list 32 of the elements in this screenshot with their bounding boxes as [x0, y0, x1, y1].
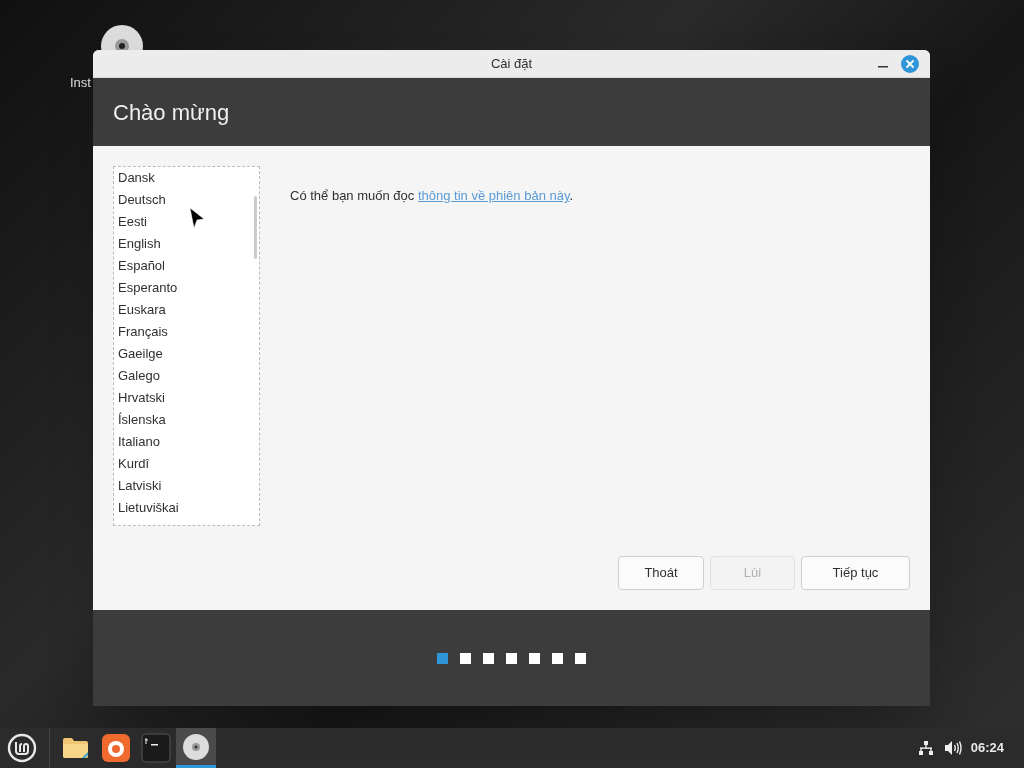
menu-icon[interactable] — [6, 732, 38, 764]
language-item[interactable]: Lietuviškai — [114, 497, 259, 519]
page-heading: Chào mừng — [113, 98, 230, 127]
clock[interactable]: 06:24 — [970, 738, 1004, 758]
language-item[interactable]: Galego — [114, 365, 259, 387]
window-title: Cài đặt — [490, 54, 533, 73]
language-item[interactable]: Euskara — [114, 299, 259, 321]
scrollbar-thumb[interactable] — [254, 196, 257, 259]
dialog-button[interactable]: Tiếp tục — [801, 556, 910, 590]
close-icon[interactable] — [900, 54, 920, 74]
info-sentence: Có thể bạn muốn đọc thông tin về phiên bản này. — [290, 187, 574, 204]
language-item[interactable]: Italiano — [114, 431, 259, 453]
language-item[interactable]: Gaeilge — [114, 343, 259, 365]
language-item[interactable]: Dansk — [114, 167, 259, 189]
dialog-button[interactable]: Thoát — [618, 556, 704, 590]
language-item[interactable]: Esperanto — [114, 277, 259, 299]
language-item[interactable]: Español — [114, 255, 259, 277]
language-item[interactable]: Latviski — [114, 475, 259, 497]
browser-icon — [100, 732, 132, 764]
language-item[interactable]: Hrvatski — [114, 387, 259, 409]
network-icon[interactable] — [917, 740, 934, 756]
language-item[interactable]: Kurdî — [114, 453, 259, 475]
taskbar-app[interactable] — [176, 728, 216, 768]
language-item[interactable]: Íslenska — [114, 409, 259, 431]
desktop-icon-label[interactable]: Inst — [70, 73, 91, 93]
language-item[interactable]: English — [114, 233, 259, 255]
language-item[interactable]: Deutsch — [114, 189, 259, 211]
terminal-icon — [140, 732, 172, 764]
language-item[interactable]: Eesti — [114, 211, 259, 233]
mouse-cursor-icon — [189, 207, 205, 229]
volume-icon[interactable] — [943, 740, 962, 756]
language-item[interactable]: Français — [114, 321, 259, 343]
